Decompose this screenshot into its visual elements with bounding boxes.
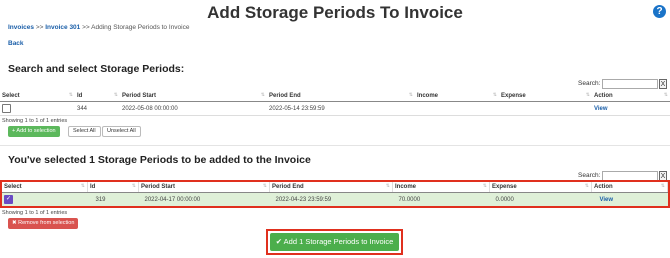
back-link[interactable]: Back	[8, 40, 24, 47]
action-cell: View	[592, 193, 668, 207]
page-title: Add Storage Periods To Invoice	[207, 3, 463, 22]
select-cell: ✓	[2, 193, 88, 207]
period-end-cell: 2022-04-23 23:59:59	[275, 196, 332, 203]
breadcrumb-invoices[interactable]: Invoices	[8, 24, 34, 31]
id-cell: 319	[95, 196, 106, 203]
period-start-cell: 2022-05-08 00:00:00	[120, 101, 267, 116]
table-row: 344 2022-05-08 00:00:00 2022-05-14 23:59…	[0, 101, 670, 116]
table-row: ✓ 319 2022-04-17 00:00:00 2022-04-23 23:…	[2, 192, 668, 207]
income-cell: 70.0000	[398, 196, 421, 203]
column-header-period-start[interactable]: Period Start ⇅	[138, 182, 270, 193]
period-start-cell: 2022-04-17 00:00:00	[144, 196, 201, 203]
add-to-selection-button[interactable]: + Add to selection	[8, 126, 60, 137]
column-header-select[interactable]: Select ⇅	[0, 91, 75, 102]
column-header-period-end[interactable]: Period End ⇅	[267, 91, 415, 102]
selected-periods-table: Select ⇅ Id ⇅ Period Start ⇅ Period End ⇅ In…	[2, 182, 668, 206]
row-checkbox[interactable]	[2, 104, 11, 113]
period-end-cell: 2022-05-14 23:59:59	[267, 101, 415, 116]
column-header-period-end[interactable]: Period End ⇅	[269, 182, 393, 193]
search-label: Search:	[578, 80, 601, 87]
section-divider	[0, 145, 670, 146]
expense-cell: 0.0000	[495, 196, 514, 203]
column-header-income[interactable]: Income ⇅	[415, 91, 499, 102]
breadcrumb-separator: >>	[82, 24, 90, 31]
view-link[interactable]: View	[594, 106, 608, 112]
selected-section-heading: You've selected 1 Storage Periods to be …	[8, 154, 311, 166]
selected-table-highlight: Select ⇅ Id ⇅ Period Start ⇅ Period End ⇅ In…	[0, 180, 670, 208]
select-all-button[interactable]: Select All	[68, 126, 101, 137]
add-storage-periods-button[interactable]: ✔ Add 1 Storage Periods to Invoice	[270, 233, 399, 251]
view-link[interactable]: View	[600, 197, 614, 203]
select-cell	[0, 101, 75, 116]
column-header-action[interactable]: Action ⇅	[592, 91, 670, 102]
breadcrumb-invoice[interactable]: Invoice 301	[45, 24, 80, 31]
breadcrumb-current: Adding Storage Periods to Invoice	[91, 24, 190, 31]
search-input[interactable]	[602, 79, 658, 89]
id-cell: 344	[75, 101, 120, 116]
search-clear-button[interactable]: X	[659, 79, 667, 89]
table-info: Showing 1 to 1 of 1 entries	[2, 118, 68, 124]
column-header-income[interactable]: Income ⇅	[392, 182, 490, 193]
search-label: Search:	[578, 172, 601, 179]
column-header-id[interactable]: Id ⇅	[75, 91, 120, 102]
expense-cell	[499, 101, 592, 116]
income-cell	[415, 101, 499, 116]
table-header-row: Select ⇅ Id ⇅ Period Start ⇅ Period End ⇅ In…	[2, 182, 668, 193]
help-icon[interactable]: ?	[653, 5, 666, 18]
column-header-expense[interactable]: Expense ⇅	[489, 182, 592, 193]
breadcrumb-separator: >>	[35, 24, 44, 31]
table-info: Showing 1 to 1 of 1 entries	[2, 210, 68, 216]
submit-highlight: ✔ Add 1 Storage Periods to Invoice	[266, 229, 403, 255]
column-header-select[interactable]: Select ⇅	[2, 182, 88, 193]
action-cell: View	[592, 101, 670, 116]
column-header-action[interactable]: Action ⇅	[591, 182, 668, 193]
breadcrumb: Invoices >> Invoice 301 >> Adding Storag…	[8, 24, 189, 31]
remove-from-selection-button[interactable]: ✖ Remove from selection	[8, 218, 79, 229]
table-header-row: Select ⇅ Id ⇅ Period Start ⇅ Period End ⇅ In…	[0, 91, 670, 102]
unselect-all-button[interactable]: Unselect All	[102, 126, 141, 137]
column-header-expense[interactable]: Expense ⇅	[499, 91, 592, 102]
available-periods-table: Select ⇅ Id ⇅ Period Start ⇅ Period End ⇅ In…	[0, 91, 670, 116]
column-header-id[interactable]: Id ⇅	[87, 182, 139, 193]
checkmark-icon[interactable]: ✓	[4, 195, 13, 204]
search-section-heading: Search and select Storage Periods:	[8, 63, 185, 75]
column-header-period-start[interactable]: Period Start ⇅	[120, 91, 267, 102]
